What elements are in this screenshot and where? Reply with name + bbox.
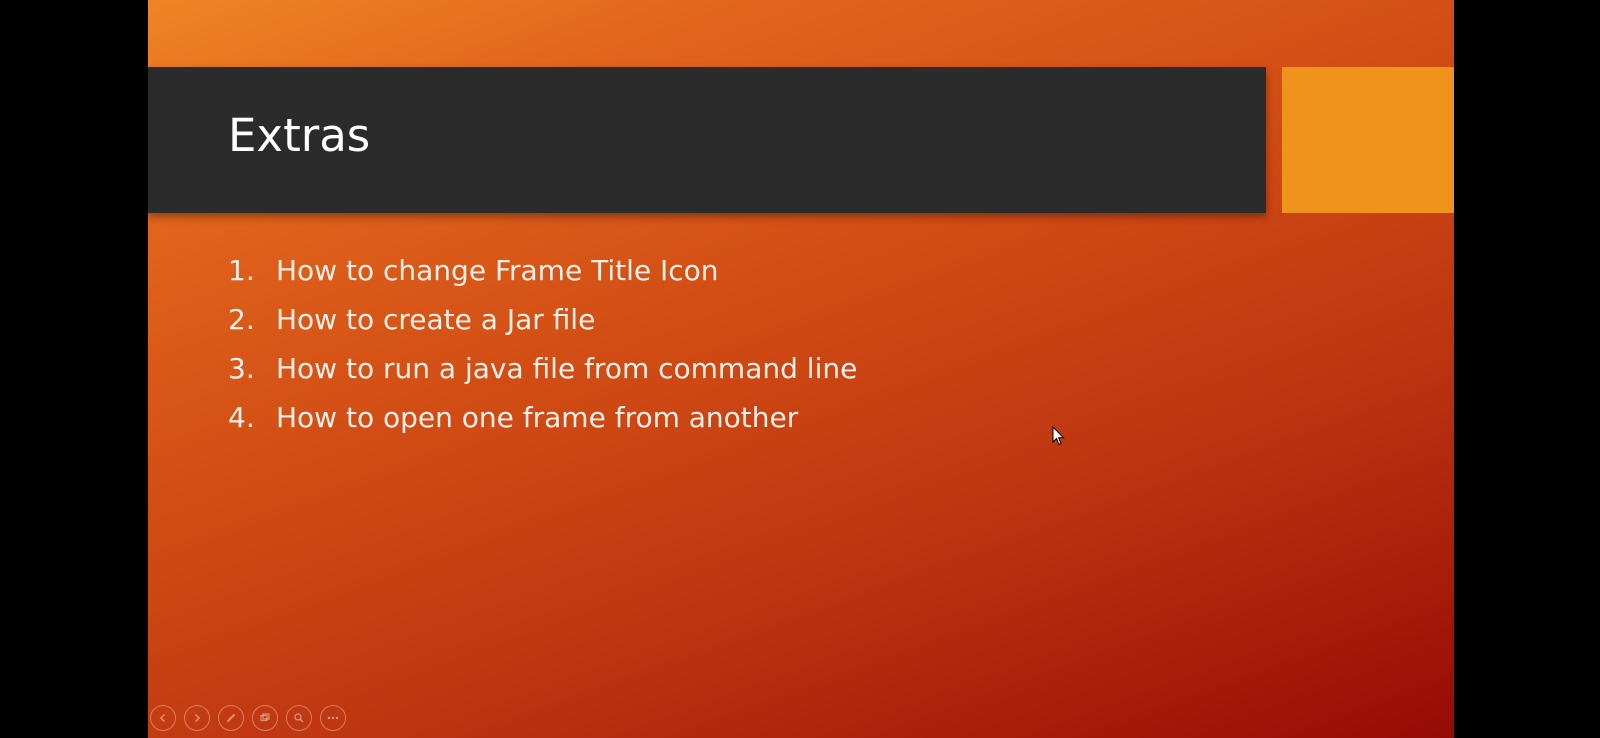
previous-slide-button[interactable]	[150, 705, 176, 731]
slides-icon	[260, 713, 270, 722]
previous-icon	[159, 713, 166, 723]
list-item-text: How to create a Jar file	[276, 303, 596, 336]
zoom-icon	[294, 713, 304, 723]
list-item-text: How to open one frame from another	[276, 401, 799, 434]
slide[interactable]: Extras 1. How to change Frame Title Icon …	[148, 0, 1454, 738]
list-item: 2. How to create a Jar file	[228, 295, 857, 344]
pen-icon	[226, 713, 236, 723]
next-slide-button[interactable]	[184, 705, 210, 731]
zoom-button[interactable]	[286, 705, 312, 731]
mouse-cursor-icon	[1052, 425, 1066, 446]
list-item: 4. How to open one frame from another	[228, 393, 857, 442]
see-all-slides-button[interactable]	[252, 705, 278, 731]
list-item-number: 4.	[228, 401, 255, 434]
list-item-number: 2.	[228, 303, 255, 336]
list-item-text: How to change Frame Title Icon	[276, 254, 719, 287]
accent-box	[1282, 67, 1454, 213]
slide-title: Extras	[228, 109, 371, 162]
list-item-number: 3.	[228, 352, 255, 385]
slideshow-controls	[150, 705, 346, 731]
bullet-list: 1. How to change Frame Title Icon 2. How t…	[228, 246, 857, 442]
pen-button[interactable]	[218, 705, 244, 731]
list-item: 1. How to change Frame Title Icon	[228, 246, 857, 295]
next-icon	[194, 713, 201, 723]
more-icon	[327, 716, 339, 720]
title-bar: Extras	[148, 67, 1266, 213]
list-item-number: 1.	[228, 254, 255, 287]
list-item-text: How to run a java file from command line	[276, 352, 858, 385]
list-item: 3. How to run a java file from command li…	[228, 344, 857, 393]
more-options-button[interactable]	[320, 705, 346, 731]
presentation-screen: Extras 1. How to change Frame Title Icon …	[0, 0, 1600, 738]
